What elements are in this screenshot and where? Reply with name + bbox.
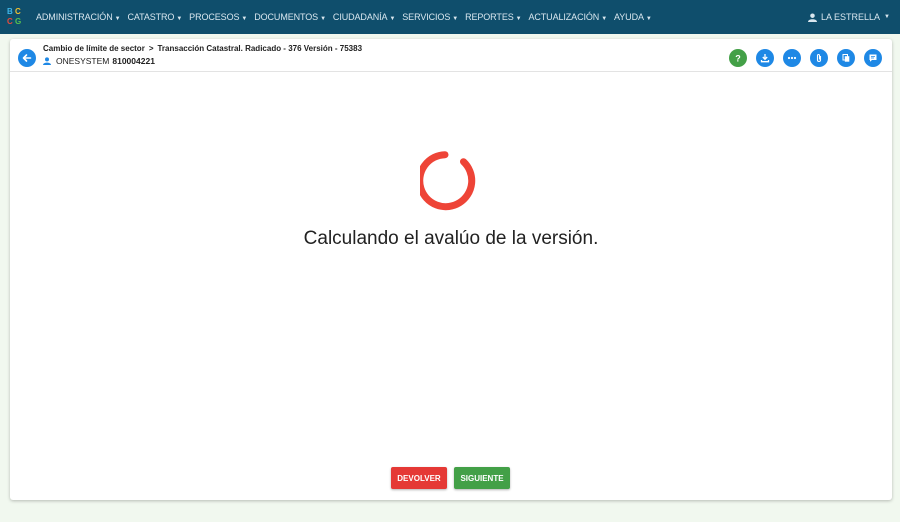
card-header: Cambio de límite de sector > Transacción C… — [10, 39, 892, 72]
loading-spinner-icon — [420, 151, 476, 211]
owner-line: ONESYSTEM 810004221 — [43, 56, 155, 66]
more-button[interactable] — [783, 49, 801, 67]
attachment-button[interactable] — [810, 49, 828, 67]
breadcrumb-separator: > — [148, 44, 154, 53]
main-card: Cambio de límite de sector > Transacción C… — [10, 39, 892, 500]
breadcrumb-second: Transacción Catastral. Radicado - 376 Ve… — [157, 44, 363, 53]
nav-catastro[interactable]: CATASTRO ▼ — [127, 12, 182, 22]
attachment-icon — [816, 53, 822, 62]
nav-servicios[interactable]: SERVICIOS ▼ — [402, 12, 458, 22]
user-name: LA ESTRELLA — [821, 12, 881, 22]
more-icon — [787, 56, 797, 60]
help-icon: ? — [735, 53, 741, 63]
nav-ayuda[interactable]: AYUDA ▼ — [614, 12, 652, 22]
header-actions: ? — [720, 49, 882, 67]
person-icon — [43, 57, 51, 65]
siguiente-button[interactable]: SIGUIENTE — [454, 467, 510, 489]
back-button[interactable] — [18, 49, 36, 67]
comment-button[interactable] — [864, 49, 882, 67]
owner-id: 810004221 — [112, 56, 155, 66]
download-button[interactable] — [756, 49, 774, 67]
top-navbar: B C C G ADMINISTRACIÓN ▼ CATASTRO ▼ PROCES… — [0, 0, 900, 34]
nav-procesos[interactable]: PROCESOS ▼ — [189, 12, 247, 22]
copy-button[interactable] — [837, 49, 855, 67]
nav-reportes[interactable]: REPORTES ▼ — [465, 12, 521, 22]
breadcrumb-first[interactable]: Cambio de límite de sector — [43, 44, 145, 53]
svg-text:?: ? — [735, 53, 741, 63]
nav-actualizacion[interactable]: ACTUALIZACIÓN ▼ — [528, 12, 607, 22]
main-nav: ADMINISTRACIÓN ▼ CATASTRO ▼ PROCESOS ▼ DOCU… — [36, 12, 659, 22]
loading-message: Calculando el avalúo de la versión. — [303, 228, 599, 249]
user-icon — [808, 12, 817, 22]
owner-name: ONESYSTEM — [56, 56, 110, 66]
download-icon — [760, 54, 770, 63]
devolver-button[interactable]: DEVOLVER — [391, 467, 447, 489]
help-button[interactable]: ? — [729, 49, 747, 67]
arrow-left-icon — [22, 54, 32, 62]
comment-icon — [869, 54, 877, 62]
nav-ciudadania[interactable]: CIUDADANÍA ▼ — [333, 12, 395, 22]
nav-documentos[interactable]: DOCUMENTOS ▼ — [254, 12, 326, 22]
nav-administracion[interactable]: ADMINISTRACIÓN ▼ — [36, 12, 121, 22]
user-menu[interactable]: LA ESTRELLA ▼ — [808, 12, 890, 22]
app-logo[interactable]: B C C G — [6, 6, 24, 28]
copy-icon — [842, 54, 850, 62]
breadcrumb: Cambio de límite de sector > Transacción C… — [43, 44, 362, 53]
